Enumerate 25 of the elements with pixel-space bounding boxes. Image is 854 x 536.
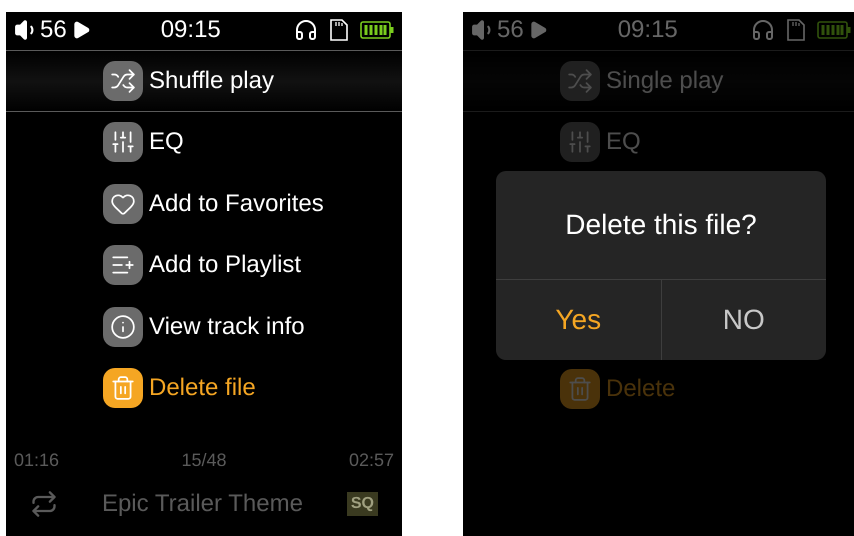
track-duration: 02:57 <box>348 449 394 472</box>
volume-level: 56 <box>40 18 67 42</box>
menu-item[interactable]: Delete file <box>6 358 402 419</box>
dialog-button[interactable]: Yes <box>496 280 660 360</box>
elapsed-time: 01:16 <box>14 449 60 472</box>
track-position: 15/48 <box>181 449 227 472</box>
battery-icon <box>360 21 394 39</box>
sd-card-icon <box>787 19 805 41</box>
track-title: Epic Trailer Theme <box>100 489 304 519</box>
menu-item[interactable]: Add to Favorites <box>6 173 402 234</box>
menu-item[interactable]: Add to Playlist <box>6 234 402 296</box>
dialog-button[interactable]: NO <box>660 280 826 360</box>
dialog-title: Delete this file? <box>565 208 757 242</box>
menu-item[interactable]: EQ <box>6 112 402 173</box>
battery-icon <box>817 21 851 39</box>
sd-card-icon <box>330 19 348 41</box>
repeat-icon <box>30 490 58 518</box>
headphones-icon <box>751 18 775 42</box>
clock-time: 09:15 <box>618 18 678 42</box>
menu-item[interactable]: View track info <box>6 296 402 358</box>
menu-item[interactable]: Shuffle play <box>6 50 402 112</box>
clock-time: 09:15 <box>160 18 221 42</box>
headphones-icon <box>294 18 318 42</box>
volume-level: 56 <box>497 18 524 42</box>
quality-badge: SQ <box>346 492 378 516</box>
